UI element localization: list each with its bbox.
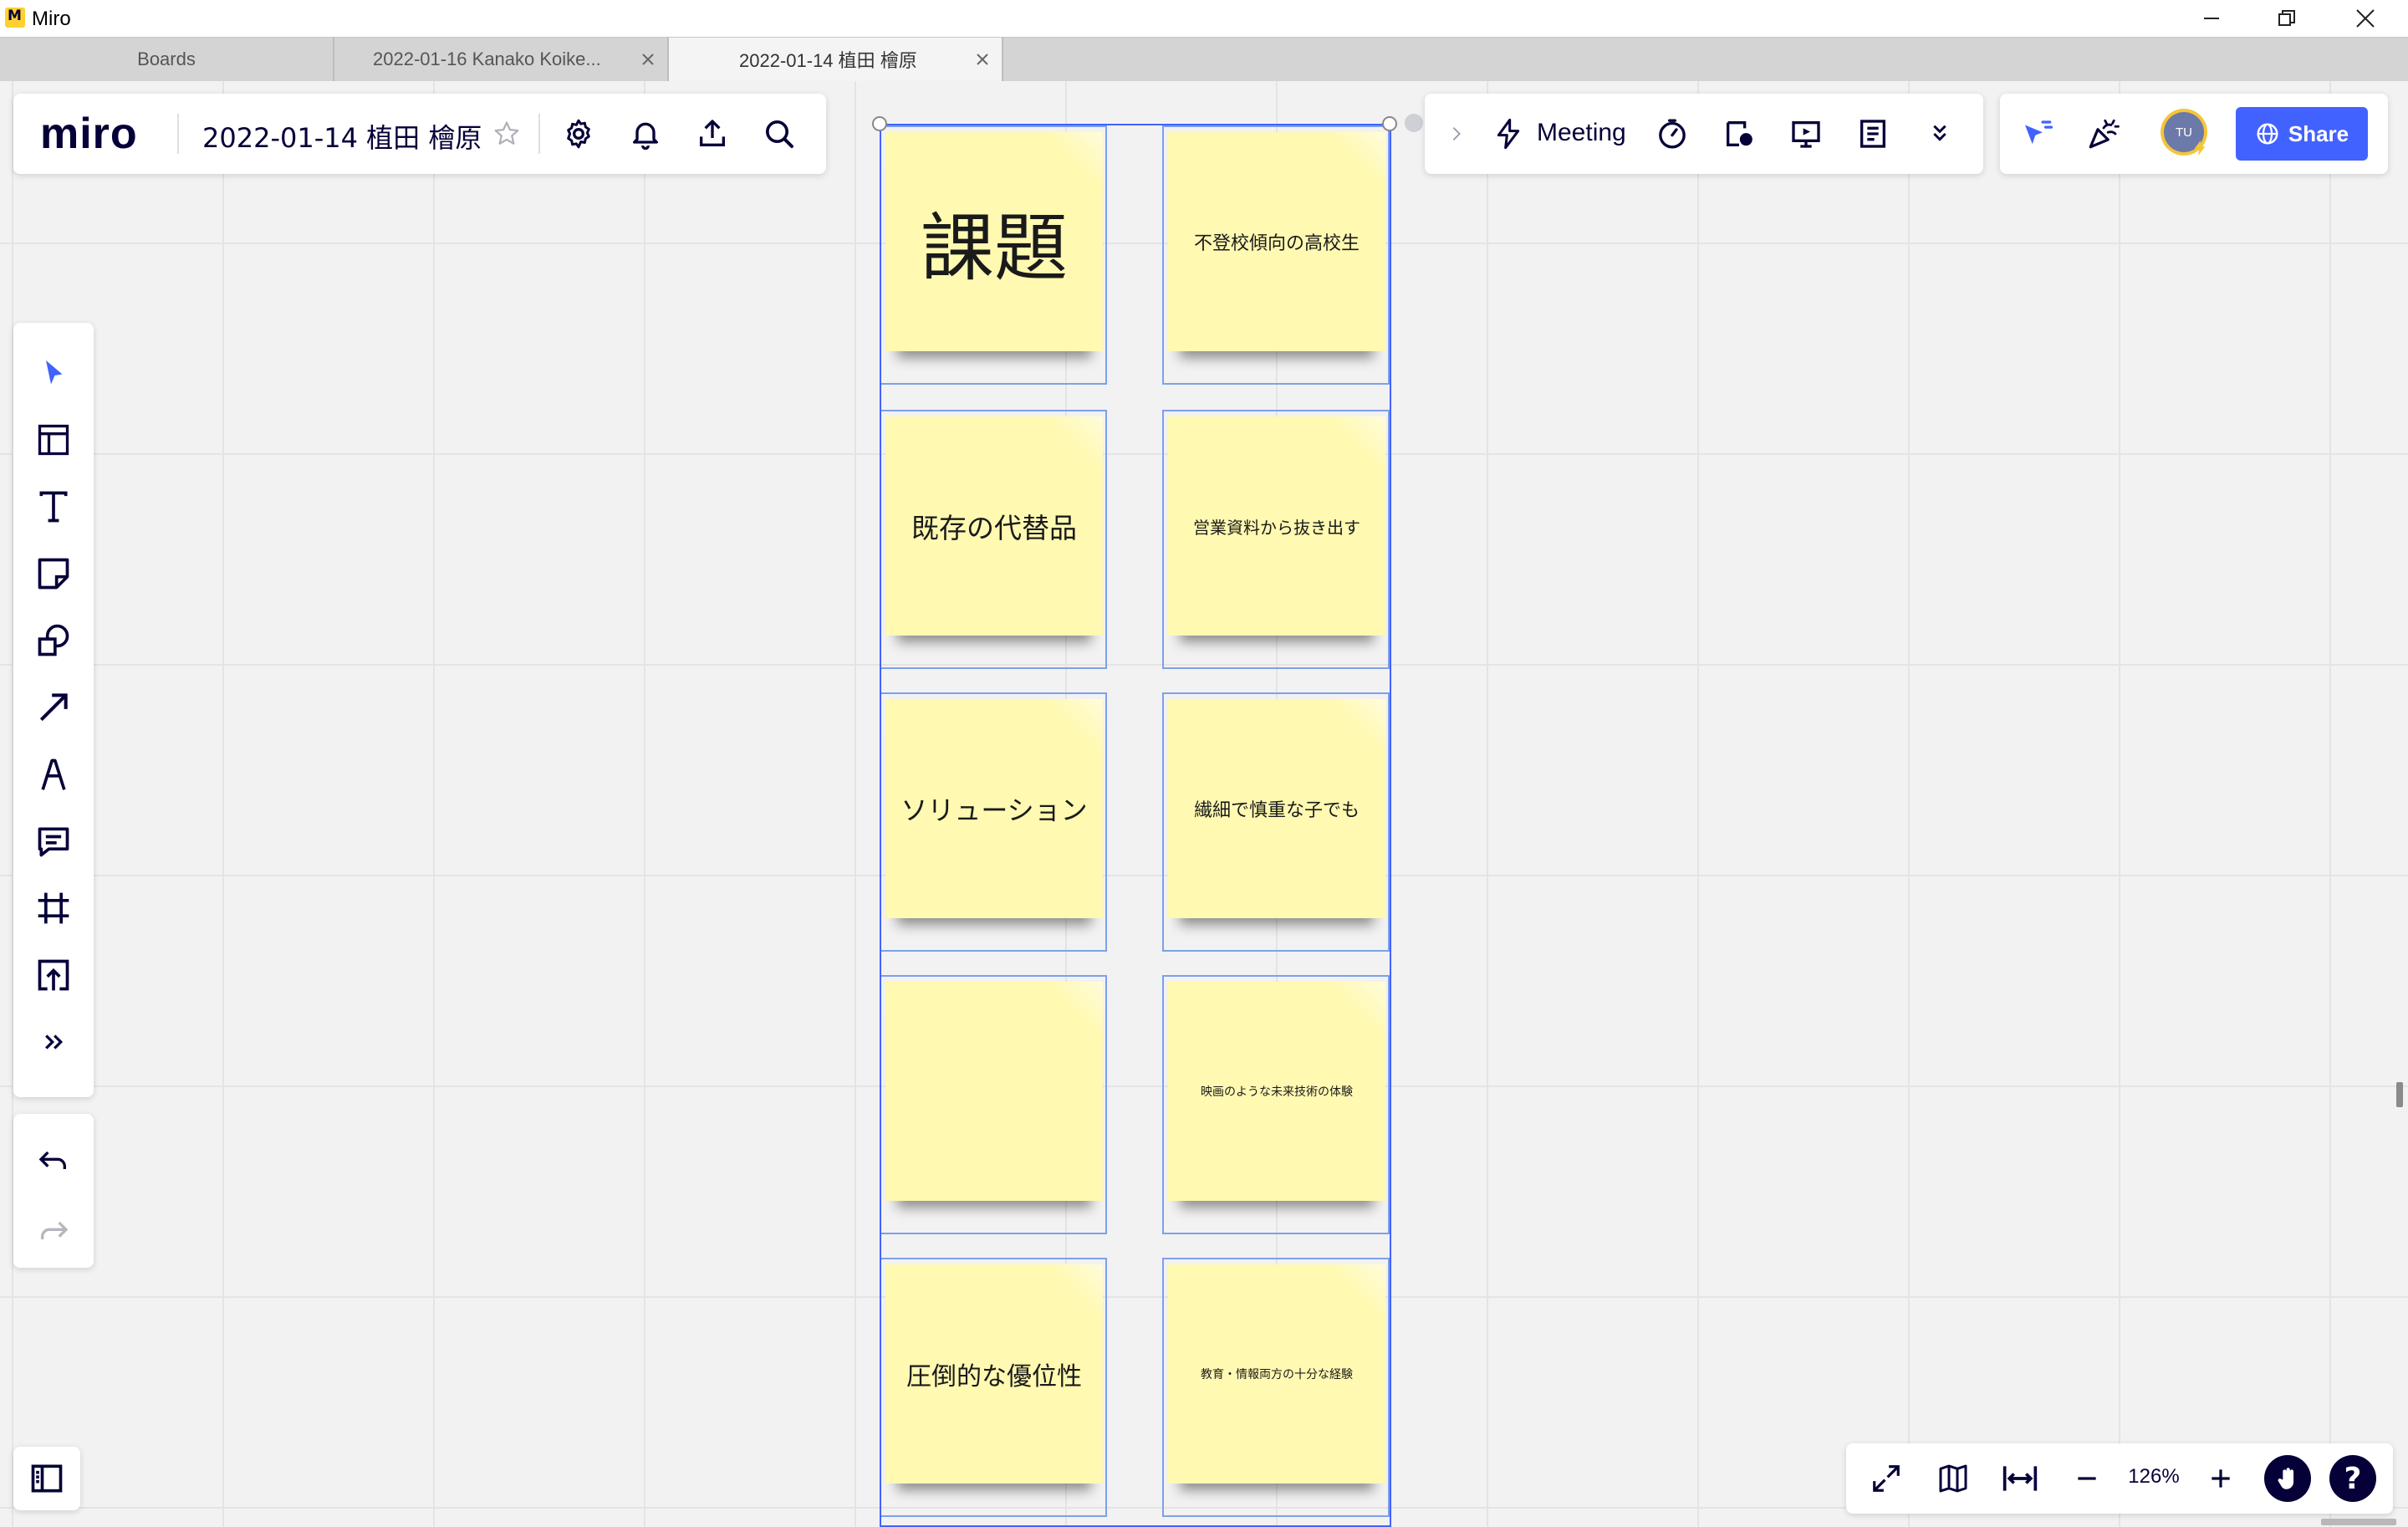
notes-icon[interactable]	[1853, 114, 1893, 154]
more-tools-icon[interactable]	[30, 1019, 77, 1065]
horizontal-scrollbar[interactable]	[2321, 1519, 2396, 1525]
user-toolbar: TU Share	[2000, 94, 2388, 174]
sticky-text: 映画のような未来技術の体験	[1201, 1085, 1353, 1099]
sticky-text: 営業資料から抜き出す	[1193, 517, 1360, 538]
cursor-icon[interactable]	[30, 350, 77, 396]
sticky-text: 既存の代替品	[911, 512, 1077, 544]
window-title-bar: M Miro	[0, 0, 2408, 37]
board-panel-icon	[23, 1455, 70, 1502]
board-panel-toggle[interactable]	[13, 1447, 80, 1510]
sticky-note[interactable]: ソリューション	[885, 699, 1103, 918]
sticky-text: 圧倒的な優位性	[906, 1362, 1082, 1392]
comment-icon[interactable]	[30, 818, 77, 865]
avatar-initials: TU	[2176, 125, 2192, 140]
tab-boards[interactable]: Boards	[0, 38, 334, 81]
globe-icon	[2257, 123, 2278, 145]
tab-strip: Boards 2022-01-16 Kanako Koike... 2022-0…	[0, 37, 2408, 81]
share-label: Share	[2288, 120, 2349, 146]
vertical-scrollbar[interactable]	[2396, 1082, 2403, 1107]
undo-icon[interactable]	[30, 1137, 77, 1184]
zoom-level[interactable]: 126%	[2119, 1465, 2189, 1489]
tab-close-icon[interactable]	[975, 52, 990, 67]
meeting-label[interactable]: Meeting	[1537, 119, 1626, 147]
zoom-toolbar: 126% ?	[1846, 1443, 2393, 1514]
sticky-note[interactable]: 既存の代替品	[885, 416, 1103, 636]
resize-handle[interactable]	[1382, 116, 1397, 131]
sticky-note-icon[interactable]	[30, 550, 77, 597]
timer-icon[interactable]	[1652, 114, 1692, 154]
miro-app-icon: M	[5, 8, 25, 28]
upload-icon[interactable]	[692, 114, 732, 154]
presentation-icon[interactable]	[1786, 114, 1826, 154]
map-icon[interactable]	[1933, 1458, 1973, 1499]
chevron-double-down-icon[interactable]	[1920, 114, 1960, 154]
lightning-icon[interactable]	[1488, 114, 1528, 154]
miro-logo[interactable]: miro	[40, 109, 138, 159]
upload-icon[interactable]	[30, 952, 77, 998]
tab-board-current[interactable]: 2022-01-14 植田 檜原	[669, 38, 1003, 81]
tab-close-icon[interactable]	[640, 52, 656, 67]
voting-icon[interactable]	[1719, 114, 1759, 154]
board-header: miro 2022-01-14 植田 檜原	[13, 94, 826, 174]
avatar[interactable]: TU	[2161, 109, 2207, 156]
text-icon[interactable]	[30, 483, 77, 530]
tab-label: Boards	[137, 49, 196, 69]
settings-icon[interactable]	[559, 114, 599, 154]
cursor-follow-icon[interactable]	[2017, 114, 2057, 154]
divider	[177, 114, 179, 154]
sticky-text: ソリューション	[900, 794, 1088, 826]
bell-icon[interactable]	[625, 114, 666, 154]
rotate-handle[interactable]	[1405, 114, 1423, 132]
tab-label: 2022-01-16 Kanako Koike...	[373, 49, 601, 69]
fit-width-icon[interactable]	[2000, 1458, 2040, 1499]
chevron-right-icon[interactable]	[1443, 120, 1470, 147]
tab-board-kanako[interactable]: 2022-01-16 Kanako Koike...	[334, 38, 669, 81]
sticky-note[interactable]: 映画のような未来技術の体験	[1168, 982, 1385, 1201]
help-icon[interactable]: ?	[2329, 1455, 2376, 1502]
reactions-icon[interactable]	[2084, 114, 2124, 154]
share-button[interactable]: Share	[2236, 107, 2368, 161]
window-title: Miro	[32, 8, 71, 30]
zoom-out-icon[interactable]	[2067, 1458, 2107, 1499]
sticky-note[interactable]: 教育・情報両方の十分な経験	[1168, 1264, 1385, 1484]
collaboration-toolbar: Meeting	[1425, 94, 1983, 174]
restore-icon[interactable]	[2249, 0, 2324, 37]
search-icon[interactable]	[759, 114, 799, 154]
pen-icon[interactable]	[30, 751, 77, 798]
zoom-in-icon[interactable]	[2201, 1458, 2241, 1499]
shapes-icon[interactable]	[30, 617, 77, 664]
sticky-text: 課題	[920, 204, 1068, 291]
minimize-icon[interactable]	[2174, 0, 2249, 37]
fit-screen-icon[interactable]	[1866, 1458, 1906, 1499]
star-icon[interactable]	[490, 117, 523, 151]
sticky-note[interactable]: 圧倒的な優位性	[885, 1264, 1103, 1484]
sticky-text: 繊細で慎重な子でも	[1193, 800, 1360, 821]
sticky-note[interactable]: 営業資料から抜き出す	[1168, 416, 1385, 636]
tool-palette	[13, 323, 94, 1097]
arrow-icon[interactable]	[30, 684, 77, 731]
board-title[interactable]: 2022-01-14 植田 檜原	[202, 117, 482, 156]
close-icon[interactable]	[2328, 0, 2403, 37]
redo-icon[interactable]	[30, 1208, 77, 1254]
frame-icon[interactable]	[30, 885, 77, 932]
sticky-note[interactable]	[885, 982, 1103, 1201]
sticky-note[interactable]: 不登校傾向の高校生	[1168, 132, 1385, 351]
templates-icon[interactable]	[30, 416, 77, 463]
sticky-note[interactable]: 繊細で慎重な子でも	[1168, 699, 1385, 918]
history-palette	[13, 1114, 94, 1268]
divider	[538, 114, 540, 154]
lightning-badge-icon	[2194, 140, 2206, 156]
tab-label: 2022-01-14 植田 檜原	[739, 50, 917, 71]
hand-icon[interactable]	[2264, 1455, 2311, 1502]
sticky-note[interactable]: 課題	[885, 132, 1103, 351]
sticky-text: 不登校傾向の高校生	[1193, 233, 1360, 254]
sticky-text: 教育・情報両方の十分な経験	[1201, 1368, 1353, 1381]
resize-handle[interactable]	[872, 116, 887, 131]
